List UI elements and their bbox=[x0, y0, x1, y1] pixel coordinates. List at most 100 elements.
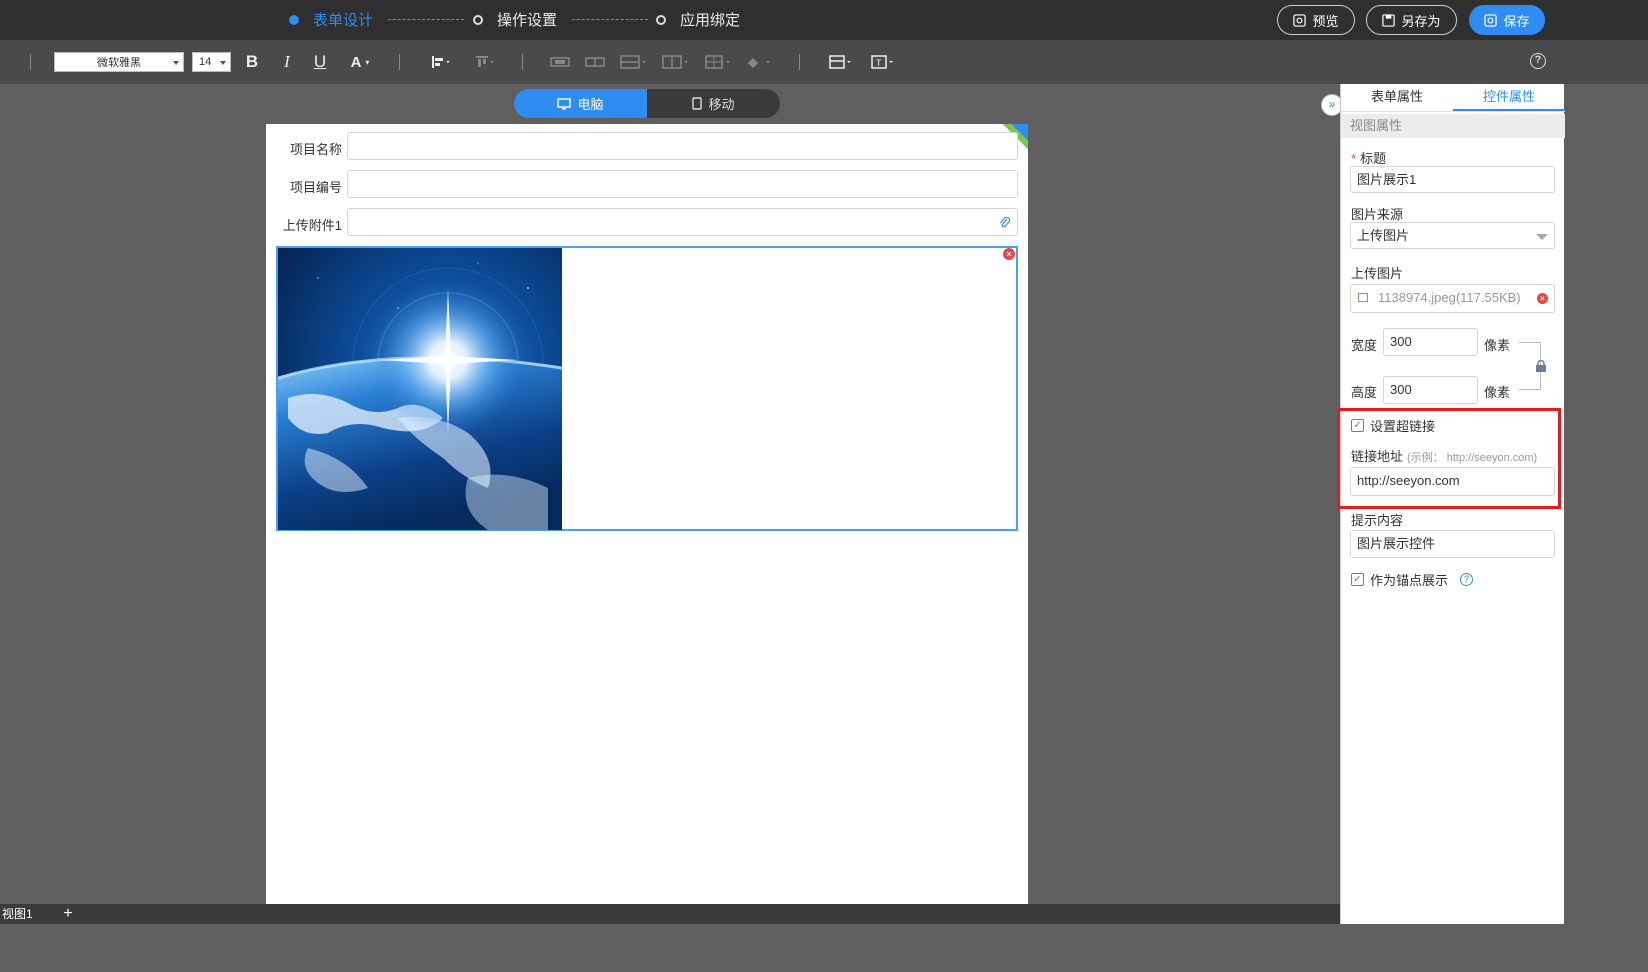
step-dot-icon bbox=[656, 14, 666, 25]
step-label: 操作设置 bbox=[497, 12, 558, 29]
hyperlink-label: 设置超链接 bbox=[1370, 419, 1436, 434]
merge-cells-icon[interactable] bbox=[549, 50, 571, 74]
field-label: 项目编号 bbox=[289, 180, 342, 195]
toolbar-divider bbox=[399, 54, 400, 70]
project-code-input[interactable] bbox=[347, 170, 1018, 198]
save-as-button[interactable]: 另存为 bbox=[1366, 5, 1457, 35]
project-name-input[interactable] bbox=[347, 132, 1018, 160]
height-unit: 像素 bbox=[1484, 385, 1511, 400]
remove-control-icon[interactable]: × bbox=[1003, 248, 1015, 260]
link-address-label-text: 链接地址 bbox=[1351, 449, 1404, 464]
bold-button[interactable]: B bbox=[244, 50, 260, 74]
anchor-option[interactable]: ✓ 作为锚点展示 ? bbox=[1351, 570, 1474, 589]
image-file-icon bbox=[1358, 293, 1368, 302]
step-dot-icon bbox=[473, 14, 483, 25]
height-input[interactable]: 300 bbox=[1383, 376, 1478, 404]
uploaded-file-name: 1138974.jpeg(117.55KB) bbox=[1378, 290, 1521, 305]
form-canvas: 项目名称 项目编号 上传附件1 × bbox=[266, 124, 1028, 904]
uploaded-file[interactable]: 1138974.jpeg(117.55KB) × bbox=[1350, 284, 1555, 313]
preview-button[interactable]: 预览 bbox=[1277, 5, 1355, 35]
merge-cells-icon-glyph bbox=[550, 57, 570, 67]
font-size-select[interactable]: 14 bbox=[192, 52, 231, 72]
link-address-input[interactable]: http://seeyon.com bbox=[1350, 467, 1555, 496]
view-tab-1[interactable]: 视图1 bbox=[0, 904, 35, 924]
hyperlink-option[interactable]: ✓ 设置超链接 bbox=[1351, 416, 1435, 435]
mobile-tab[interactable]: 移动 bbox=[647, 89, 780, 118]
text-frame-icon: T bbox=[871, 55, 893, 69]
width-input[interactable]: 300 bbox=[1383, 328, 1478, 356]
step-label: 表单设计 bbox=[313, 12, 374, 29]
tab-form-properties[interactable]: 表单属性 bbox=[1341, 84, 1453, 111]
link-address-label: 链接地址 (示例： http://seeyon.com) bbox=[1351, 446, 1537, 465]
insert-row-icon[interactable] bbox=[619, 50, 649, 74]
title-input[interactable]: 图片展示1 bbox=[1350, 166, 1555, 193]
required-mark: * bbox=[1351, 151, 1357, 166]
chevron-down-icon bbox=[1536, 234, 1548, 240]
attachment-input[interactable] bbox=[347, 208, 1018, 236]
delete-row-icon-glyph bbox=[662, 55, 688, 69]
width-unit: 像素 bbox=[1484, 338, 1511, 353]
top-bar: 表单设计 操作设置 应用绑定 预览 另存为 保存 bbox=[0, 0, 1648, 40]
help-icon[interactable]: ? bbox=[1530, 53, 1546, 69]
format-toolbar: 微软雅黑 14 B I U A ▾ T ? bbox=[0, 40, 1648, 84]
save-as-icon bbox=[1382, 13, 1396, 27]
fill-color-icon[interactable] bbox=[744, 50, 774, 74]
earth-image-graphic bbox=[278, 248, 562, 530]
step-operation-settings[interactable]: 操作设置 bbox=[473, 9, 557, 30]
save-label: 保存 bbox=[1503, 13, 1530, 29]
preview-label: 预览 bbox=[1312, 13, 1339, 29]
save-as-label: 另存为 bbox=[1401, 13, 1441, 29]
add-view-button[interactable]: + bbox=[60, 906, 76, 922]
help-question-icon[interactable]: ? bbox=[1460, 573, 1474, 586]
toolbar-divider bbox=[799, 54, 800, 70]
title-label-text: 标题 bbox=[1360, 151, 1387, 166]
paperclip-icon[interactable] bbox=[999, 216, 1011, 230]
monitor-icon bbox=[557, 97, 572, 109]
delete-row-icon[interactable] bbox=[661, 50, 691, 74]
upload-image-label: 上传图片 bbox=[1351, 266, 1404, 281]
svg-text:T: T bbox=[876, 58, 882, 68]
image-source-select[interactable]: 上传图片 bbox=[1350, 222, 1555, 249]
split-cells-icon[interactable] bbox=[584, 50, 606, 74]
layout-button[interactable] bbox=[828, 50, 854, 74]
desktop-tab[interactable]: 电脑 bbox=[514, 89, 647, 118]
align-top-button[interactable] bbox=[472, 50, 498, 74]
insert-row-icon-glyph bbox=[620, 55, 646, 69]
step-active-dot-icon bbox=[289, 14, 299, 25]
align-top-icon bbox=[476, 56, 494, 67]
mobile-label: 移动 bbox=[708, 97, 735, 112]
chevron-down-icon: ▾ bbox=[365, 57, 370, 67]
step-connector bbox=[572, 19, 648, 20]
image-display-control[interactable]: × bbox=[276, 246, 1018, 531]
toolbar-divider bbox=[30, 54, 31, 70]
save-icon bbox=[1484, 13, 1498, 27]
font-color-button[interactable]: A ▾ bbox=[345, 50, 375, 74]
phone-icon bbox=[692, 97, 703, 110]
align-left-button[interactable] bbox=[428, 50, 454, 74]
link-address-hint: (示例： http://seeyon.com) bbox=[1407, 452, 1538, 464]
table-icon[interactable] bbox=[704, 50, 734, 74]
font-color-icon: A bbox=[350, 53, 362, 71]
layout-icon bbox=[829, 55, 851, 69]
font-family-select[interactable]: 微软雅黑 bbox=[54, 52, 184, 72]
hyperlink-checkbox[interactable]: ✓ bbox=[1351, 419, 1364, 432]
tooltip-input[interactable]: 图片展示控件 bbox=[1350, 530, 1555, 558]
step-app-binding[interactable]: 应用绑定 bbox=[656, 9, 740, 30]
italic-button[interactable]: I bbox=[279, 50, 295, 74]
chevron-down-icon bbox=[220, 61, 226, 65]
form-row-attachment: 上传附件1 bbox=[266, 208, 1028, 236]
underline-button[interactable]: U bbox=[312, 50, 328, 74]
step-label: 应用绑定 bbox=[680, 12, 741, 29]
view-tabs-bar: 视图1 + bbox=[0, 904, 1340, 924]
anchor-checkbox[interactable]: ✓ bbox=[1351, 573, 1364, 586]
step-form-design[interactable]: 表单设计 bbox=[289, 9, 373, 30]
save-button[interactable]: 保存 bbox=[1469, 5, 1545, 35]
earth-image bbox=[278, 248, 562, 530]
tab-control-properties[interactable]: 控件属性 bbox=[1453, 84, 1565, 111]
anchor-label: 作为锚点展示 bbox=[1370, 573, 1449, 588]
lock-icon[interactable] bbox=[1535, 360, 1547, 372]
text-frame-button[interactable]: T bbox=[870, 50, 896, 74]
chevron-down-icon bbox=[173, 61, 179, 65]
remove-file-icon[interactable]: × bbox=[1537, 293, 1548, 304]
image-source-value: 上传图片 bbox=[1357, 228, 1410, 243]
